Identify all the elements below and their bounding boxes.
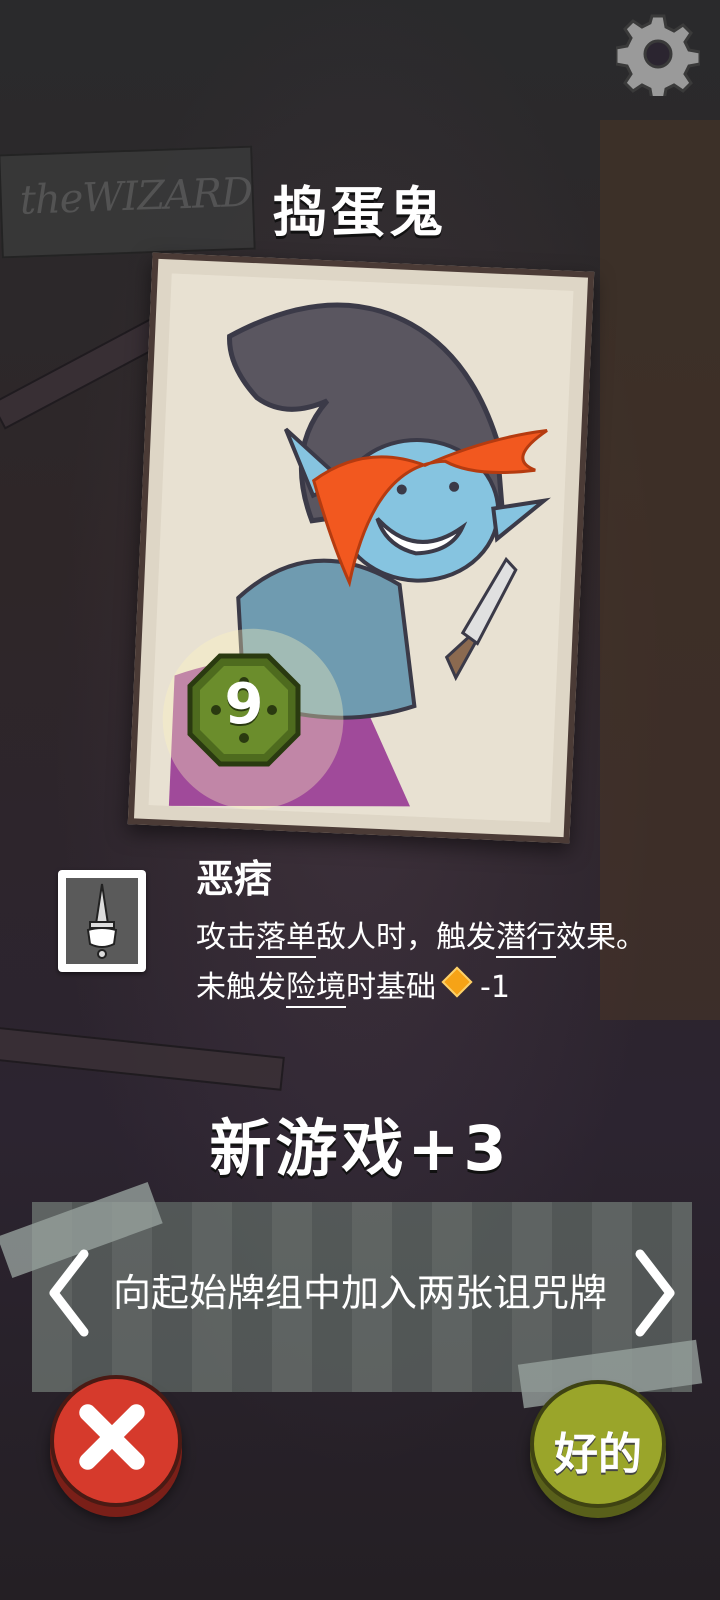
trait-text: 攻击 <box>196 920 256 955</box>
close-icon <box>79 1404 145 1470</box>
keyword-stealth[interactable]: 潜行 <box>496 920 556 958</box>
card-cost: 9 <box>224 672 264 737</box>
settings-button[interactable] <box>614 12 702 102</box>
trait-text: 敌人时，触发 <box>316 920 496 955</box>
trait-text: 效果。 <box>556 920 646 955</box>
trait-text: 未触发 <box>196 970 286 1005</box>
keyword-danger[interactable]: 险境 <box>286 970 346 1008</box>
trait-description-line-2: 未触发险境时基础 -1 <box>196 962 510 1008</box>
gear-icon <box>614 14 702 102</box>
diamond-icon <box>441 966 473 998</box>
trait-icon-stamp <box>58 870 146 972</box>
background-curtain <box>600 120 720 1020</box>
card-title: 捣蛋鬼 <box>273 181 447 244</box>
ok-button-label: 好的 <box>554 1429 642 1480</box>
trait-name: 恶痞 <box>196 857 273 901</box>
modifier-description: 向起始牌组中加入两张诅咒牌 <box>112 1271 607 1315</box>
new-game-title: 新游戏+3 <box>209 1112 511 1185</box>
cancel-button[interactable] <box>50 1375 182 1507</box>
trait-text: 时基础 <box>346 970 436 1005</box>
ok-button[interactable]: 好的 <box>530 1380 666 1508</box>
dagger-hand-icon <box>86 883 118 959</box>
trait-description-line-1: 攻击落单敌人时，触发潜行效果。 <box>196 912 646 958</box>
next-arrow-button[interactable] <box>630 1248 680 1338</box>
previous-arrow-button[interactable] <box>44 1248 94 1338</box>
keyword-isolated[interactable]: 落单 <box>256 920 316 958</box>
trait-value: -1 <box>480 970 510 1005</box>
